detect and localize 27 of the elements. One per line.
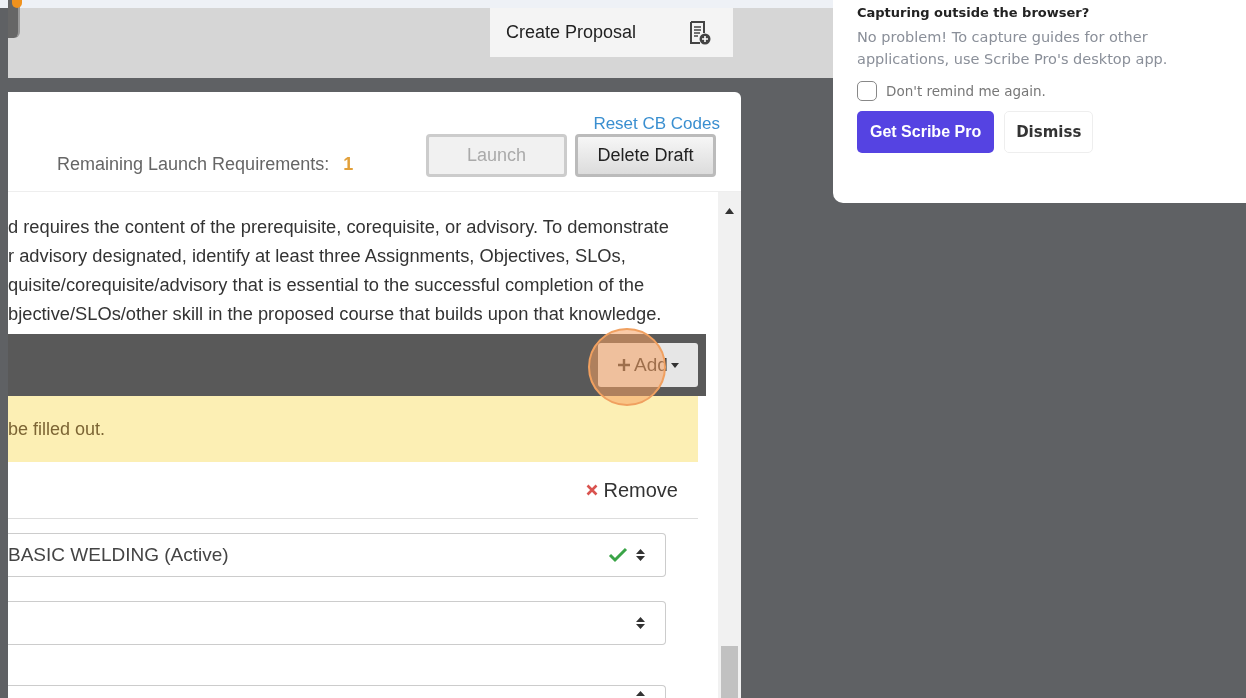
scroll-up-icon[interactable] bbox=[725, 208, 734, 214]
sort-icon bbox=[636, 548, 645, 562]
plus-icon bbox=[617, 358, 632, 372]
sort-icon bbox=[636, 616, 645, 630]
popup-title: Capturing outside the browser? bbox=[857, 5, 1091, 20]
checkbox[interactable] bbox=[857, 81, 877, 101]
menu-tab[interactable] bbox=[8, 0, 20, 38]
reset-codes-link[interactable]: Reset CB Codes bbox=[593, 115, 720, 133]
create-proposal-button[interactable]: Create Proposal bbox=[490, 8, 733, 57]
select-field[interactable] bbox=[8, 601, 666, 645]
popup-message: No problem! To capture guides for other applications, use Scribe Pro's desktop app. bbox=[857, 28, 1169, 69]
remove-button[interactable]: Remove bbox=[579, 477, 698, 503]
requirements-label: Remaining Launch Requirements: bbox=[57, 154, 330, 175]
instruction-text: d requires the content of the prerequisite, corequisite, or advisory. To demonstrate r advisory designated, identify at least three Assignments, Objectives, SLOs, quisite/corequisite/advisory that is essential to the successful completion of the bjective/SLOs/other skill in the proposed course that builds upon that knowledge. bbox=[8, 215, 670, 326]
scrollbar-thumb[interactable] bbox=[721, 646, 738, 698]
get-pro-button[interactable]: Get Scribe Pro bbox=[857, 111, 995, 153]
caret-icon bbox=[670, 362, 679, 368]
warning-alert: be filled out. bbox=[8, 396, 698, 462]
requirements-count: 1 bbox=[343, 154, 354, 175]
close-icon bbox=[585, 484, 598, 496]
document-add-icon bbox=[689, 20, 711, 45]
select-field[interactable]: BASIC WELDING (Active) bbox=[8, 533, 666, 577]
field-value: BASIC WELDING (Active) bbox=[8, 544, 229, 566]
header-button[interactable]: Delete Draft bbox=[575, 134, 716, 177]
dismiss-button[interactable]: Dismiss bbox=[1004, 111, 1094, 153]
scrollbar[interactable] bbox=[718, 192, 741, 698]
checkbox-label: Don't remind me again. bbox=[886, 83, 1046, 99]
